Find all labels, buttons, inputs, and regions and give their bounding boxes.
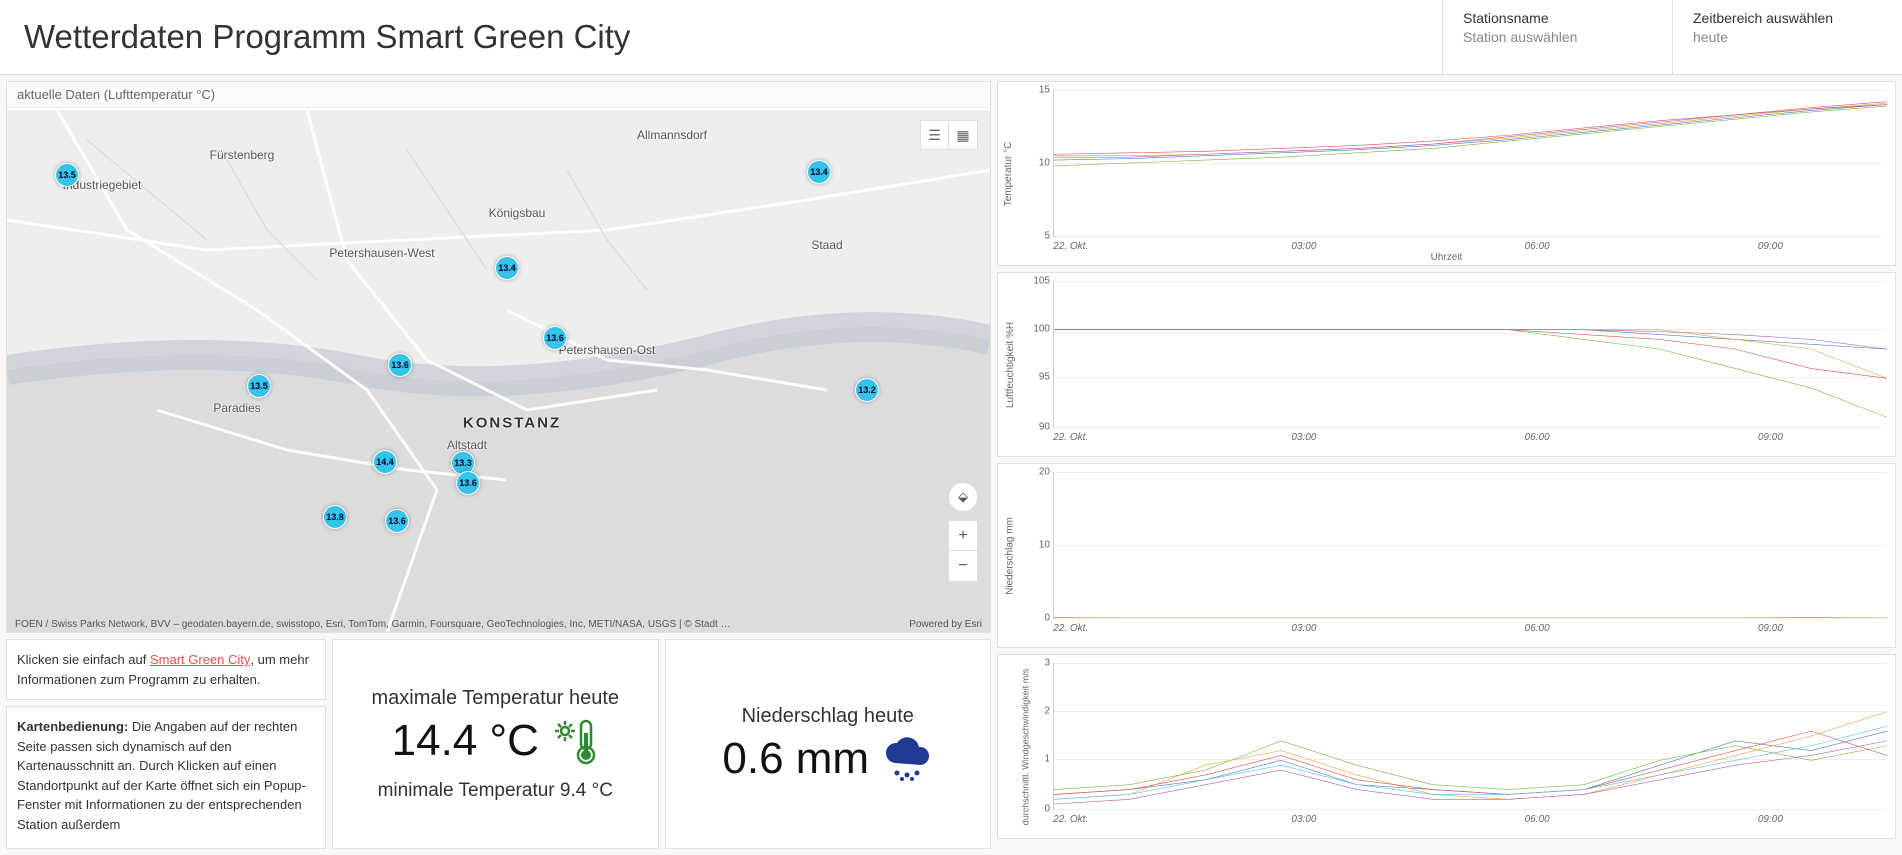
info-help-text: Die Angaben auf der rechten Seite passen… (17, 719, 306, 832)
chart-precip-ylabel: Niederschlag mm (1004, 517, 1015, 595)
legend-icon[interactable]: ☰ (921, 121, 949, 149)
map-place-label: Königsbau (489, 206, 546, 220)
chart-xtick: 22. Okt. (1053, 623, 1088, 634)
chart-ytick: 0 (1024, 613, 1050, 624)
map-place-label: Allmannsdorf (637, 128, 707, 142)
station-selector[interactable]: Stationsname Station auswählen (1442, 0, 1672, 74)
chart-xtick: 22. Okt. (1053, 241, 1088, 252)
map[interactable]: AllmannsdorfFürstenbergIndustriegebietKö… (7, 110, 990, 632)
map-attribution: FOEN / Swiss Parks Network, BVV – geodat… (15, 619, 731, 630)
station-value: Station auswählen (1463, 29, 1652, 45)
chart-ytick: 95 (1024, 372, 1050, 383)
map-place-label: Petershausen-Ost (559, 343, 656, 357)
chart-ytick: 90 (1024, 422, 1050, 433)
chart-ytick: 3 (1024, 658, 1050, 669)
map-place-label: KONSTANZ (463, 415, 561, 432)
info-help-box: Kartenbedienung: Die Angaben auf der rec… (6, 706, 326, 849)
chart-ytick: 0 (1024, 804, 1050, 815)
smart-green-city-link[interactable]: Smart Green City (150, 652, 250, 667)
map-place-label: Petershausen-West (329, 246, 434, 260)
chart-precipitation[interactable]: Niederschlag mm 0 10 20 22. Okt. 03:00 06:00 0… (997, 463, 1896, 648)
temp-min-text: minimale Temperatur 9.4 °C (378, 780, 613, 802)
chart-xtick: 09:00 (1758, 623, 1783, 634)
map-station-marker[interactable]: 13.6 (388, 353, 412, 377)
map-station-marker[interactable]: 13.6 (543, 326, 567, 350)
map-station-marker[interactable]: 13.6 (385, 509, 409, 533)
chart-xtick: 06:00 (1525, 432, 1550, 443)
map-place-label: Fürstenberg (210, 148, 275, 162)
page-title: Wetterdaten Programm Smart Green City (0, 0, 1442, 74)
temp-max-value: 14.4 °C (392, 716, 539, 766)
zoom-control: + − (948, 520, 978, 582)
chart-ytick: 5 (1024, 231, 1050, 242)
chart-ytick: 1 (1024, 754, 1050, 765)
chart-xtick: 06:00 (1525, 623, 1550, 634)
chart-xtick: 09:00 (1758, 432, 1783, 443)
map-station-marker[interactable]: 14.4 (373, 450, 397, 474)
temp-max-label: maximale Temperatur heute (371, 687, 619, 710)
chart-xtick: 03:00 (1291, 623, 1316, 634)
zoom-in-button[interactable]: + (949, 521, 977, 551)
basemap-icon[interactable]: ▦ (949, 121, 977, 149)
chart-ytick: 2 (1024, 706, 1050, 717)
map-station-marker[interactable]: 13.5 (55, 163, 79, 187)
map-panel: aktuelle Daten (Lufttemperatur °C) (6, 81, 991, 633)
chart-wind-ylabel: durchschnittl. Windgeschwindigkeit m/s (1020, 668, 1030, 825)
map-place-label: Staad (811, 238, 842, 252)
chart-wind[interactable]: durchschnittl. Windgeschwindigkeit m/s 0… (997, 654, 1896, 839)
chart-xtick: 03:00 (1291, 814, 1316, 825)
chart-xtick: 06:00 (1525, 241, 1550, 252)
map-basemap (7, 110, 990, 632)
info-link-box: Klicken sie einfach auf Smart Green City… (6, 639, 326, 700)
compass-icon[interactable]: ⬙ (948, 482, 978, 512)
chart-xtick: 09:00 (1758, 814, 1783, 825)
map-station-marker[interactable]: 13.6 (456, 471, 480, 495)
thermometer-sun-icon (551, 717, 599, 765)
chart-ytick: 10 (1024, 158, 1050, 169)
info-help-heading: Kartenbedienung: (17, 719, 128, 734)
rain-value: 0.6 mm (722, 734, 869, 784)
rain-cloud-icon (881, 737, 933, 781)
map-place-label: Altstadt (447, 438, 487, 452)
map-station-marker[interactable]: 13.8 (323, 505, 347, 529)
map-title: aktuelle Daten (Lufttemperatur °C) (7, 82, 990, 108)
station-label: Stationsname (1463, 10, 1652, 26)
timerange-value: heute (1693, 29, 1882, 45)
chart-temperature[interactable]: Temperatur °C 5 10 15 22. Okt. 03:00 06:00 09:… (997, 81, 1896, 266)
chart-temp-xlabel: Uhrzeit (1431, 252, 1463, 263)
chart-ytick: 20 (1024, 467, 1050, 478)
map-station-marker[interactable]: 13.4 (807, 160, 831, 184)
rain-label: Niederschlag heute (742, 705, 914, 728)
map-layer-tools: ☰ ▦ (920, 120, 978, 150)
chart-ytick: 100 (1024, 324, 1050, 335)
chart-xtick: 03:00 (1291, 241, 1316, 252)
map-station-marker[interactable]: 13.2 (855, 378, 879, 402)
stat-precipitation: Niederschlag heute 0.6 mm (665, 639, 992, 849)
map-place-label: Paradies (213, 401, 260, 415)
stat-temperature: maximale Temperatur heute 14.4 °C minima… (332, 639, 659, 849)
chart-xtick: 06:00 (1525, 814, 1550, 825)
chart-xtick: 22. Okt. (1053, 432, 1088, 443)
chart-xtick: 09:00 (1758, 241, 1783, 252)
header: Wetterdaten Programm Smart Green City St… (0, 0, 1902, 75)
map-station-marker[interactable]: 13.4 (495, 256, 519, 280)
chart-ytick: 10 (1024, 540, 1050, 551)
timerange-selector[interactable]: Zeitbereich auswählen heute (1672, 0, 1902, 74)
info-text-1a: Klicken sie einfach auf (17, 652, 150, 667)
chart-ytick: 15 (1024, 85, 1050, 96)
map-powered-by: Powered by Esri (909, 619, 982, 630)
chart-xtick: 22. Okt. (1053, 814, 1088, 825)
timerange-label: Zeitbereich auswählen (1693, 10, 1882, 26)
chart-humid-ylabel: Luftfeuchtigkeit %H (1005, 321, 1016, 407)
map-station-marker[interactable]: 13.5 (247, 374, 271, 398)
chart-xtick: 03:00 (1291, 432, 1316, 443)
chart-temp-ylabel: Temperatur °C (1003, 141, 1014, 206)
chart-humidity[interactable]: Luftfeuchtigkeit %H 90 95 100 105 22. Okt. 03… (997, 272, 1896, 457)
zoom-out-button[interactable]: − (949, 551, 977, 581)
chart-ytick: 105 (1024, 276, 1050, 287)
